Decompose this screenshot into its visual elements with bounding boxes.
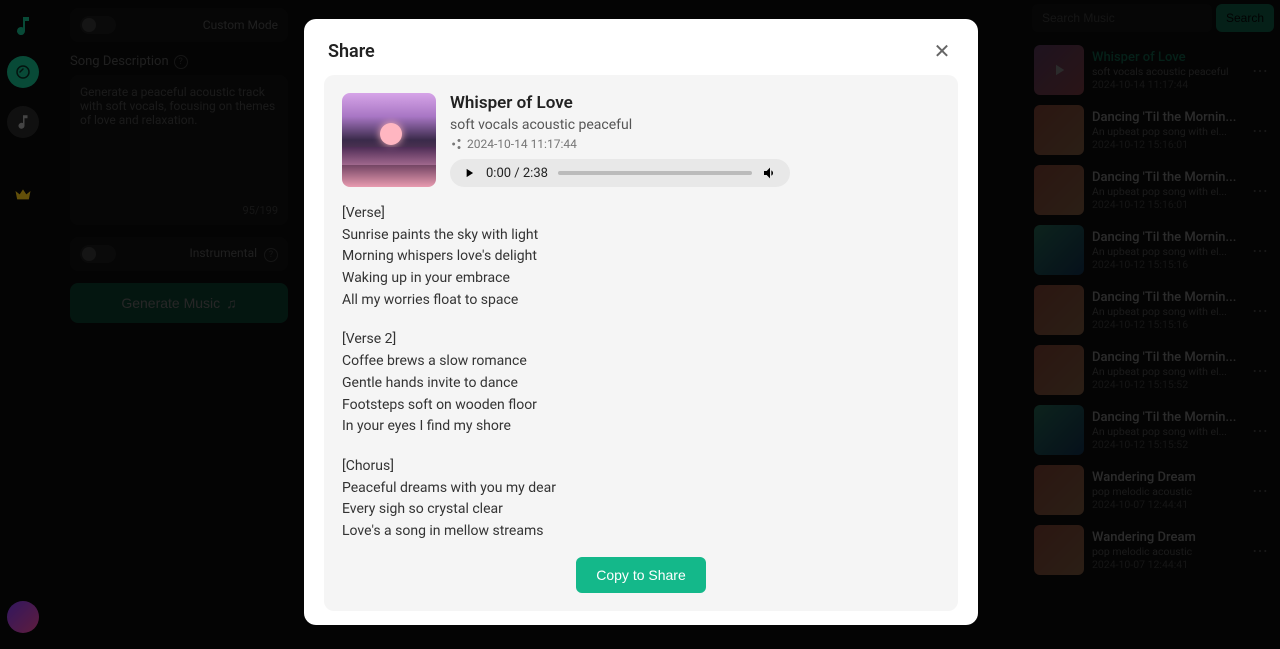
song-description: soft vocals acoustic peaceful xyxy=(450,117,940,133)
close-icon[interactable]: ✕ xyxy=(930,39,954,63)
share-icon xyxy=(450,138,462,150)
lyrics-section: [Verse] Sunrise paints the sky with ligh… xyxy=(342,203,930,311)
song-artwork xyxy=(342,93,436,187)
song-title: Whisper of Love xyxy=(450,93,940,113)
audio-time: 0:00 / 2:38 xyxy=(486,166,548,181)
audio-player: 0:00 / 2:38 xyxy=(450,159,790,187)
volume-icon[interactable] xyxy=(762,165,778,181)
song-date: 2024-10-14 11:17:44 xyxy=(450,137,940,151)
share-modal: Share ✕ Whisper of Love soft vocals acou… xyxy=(304,19,978,625)
copy-to-share-button[interactable]: Copy to Share xyxy=(576,557,706,593)
lyrics-section: [Verse 2] Coffee brews a slow romance Ge… xyxy=(342,329,930,437)
lyrics-section: [Chorus] Peaceful dreams with you my dea… xyxy=(342,456,930,545)
play-icon[interactable] xyxy=(462,166,476,180)
lyrics-content[interactable]: [Verse] Sunrise paints the sky with ligh… xyxy=(342,203,940,545)
modal-title: Share xyxy=(328,41,375,62)
audio-progress[interactable] xyxy=(558,171,752,175)
